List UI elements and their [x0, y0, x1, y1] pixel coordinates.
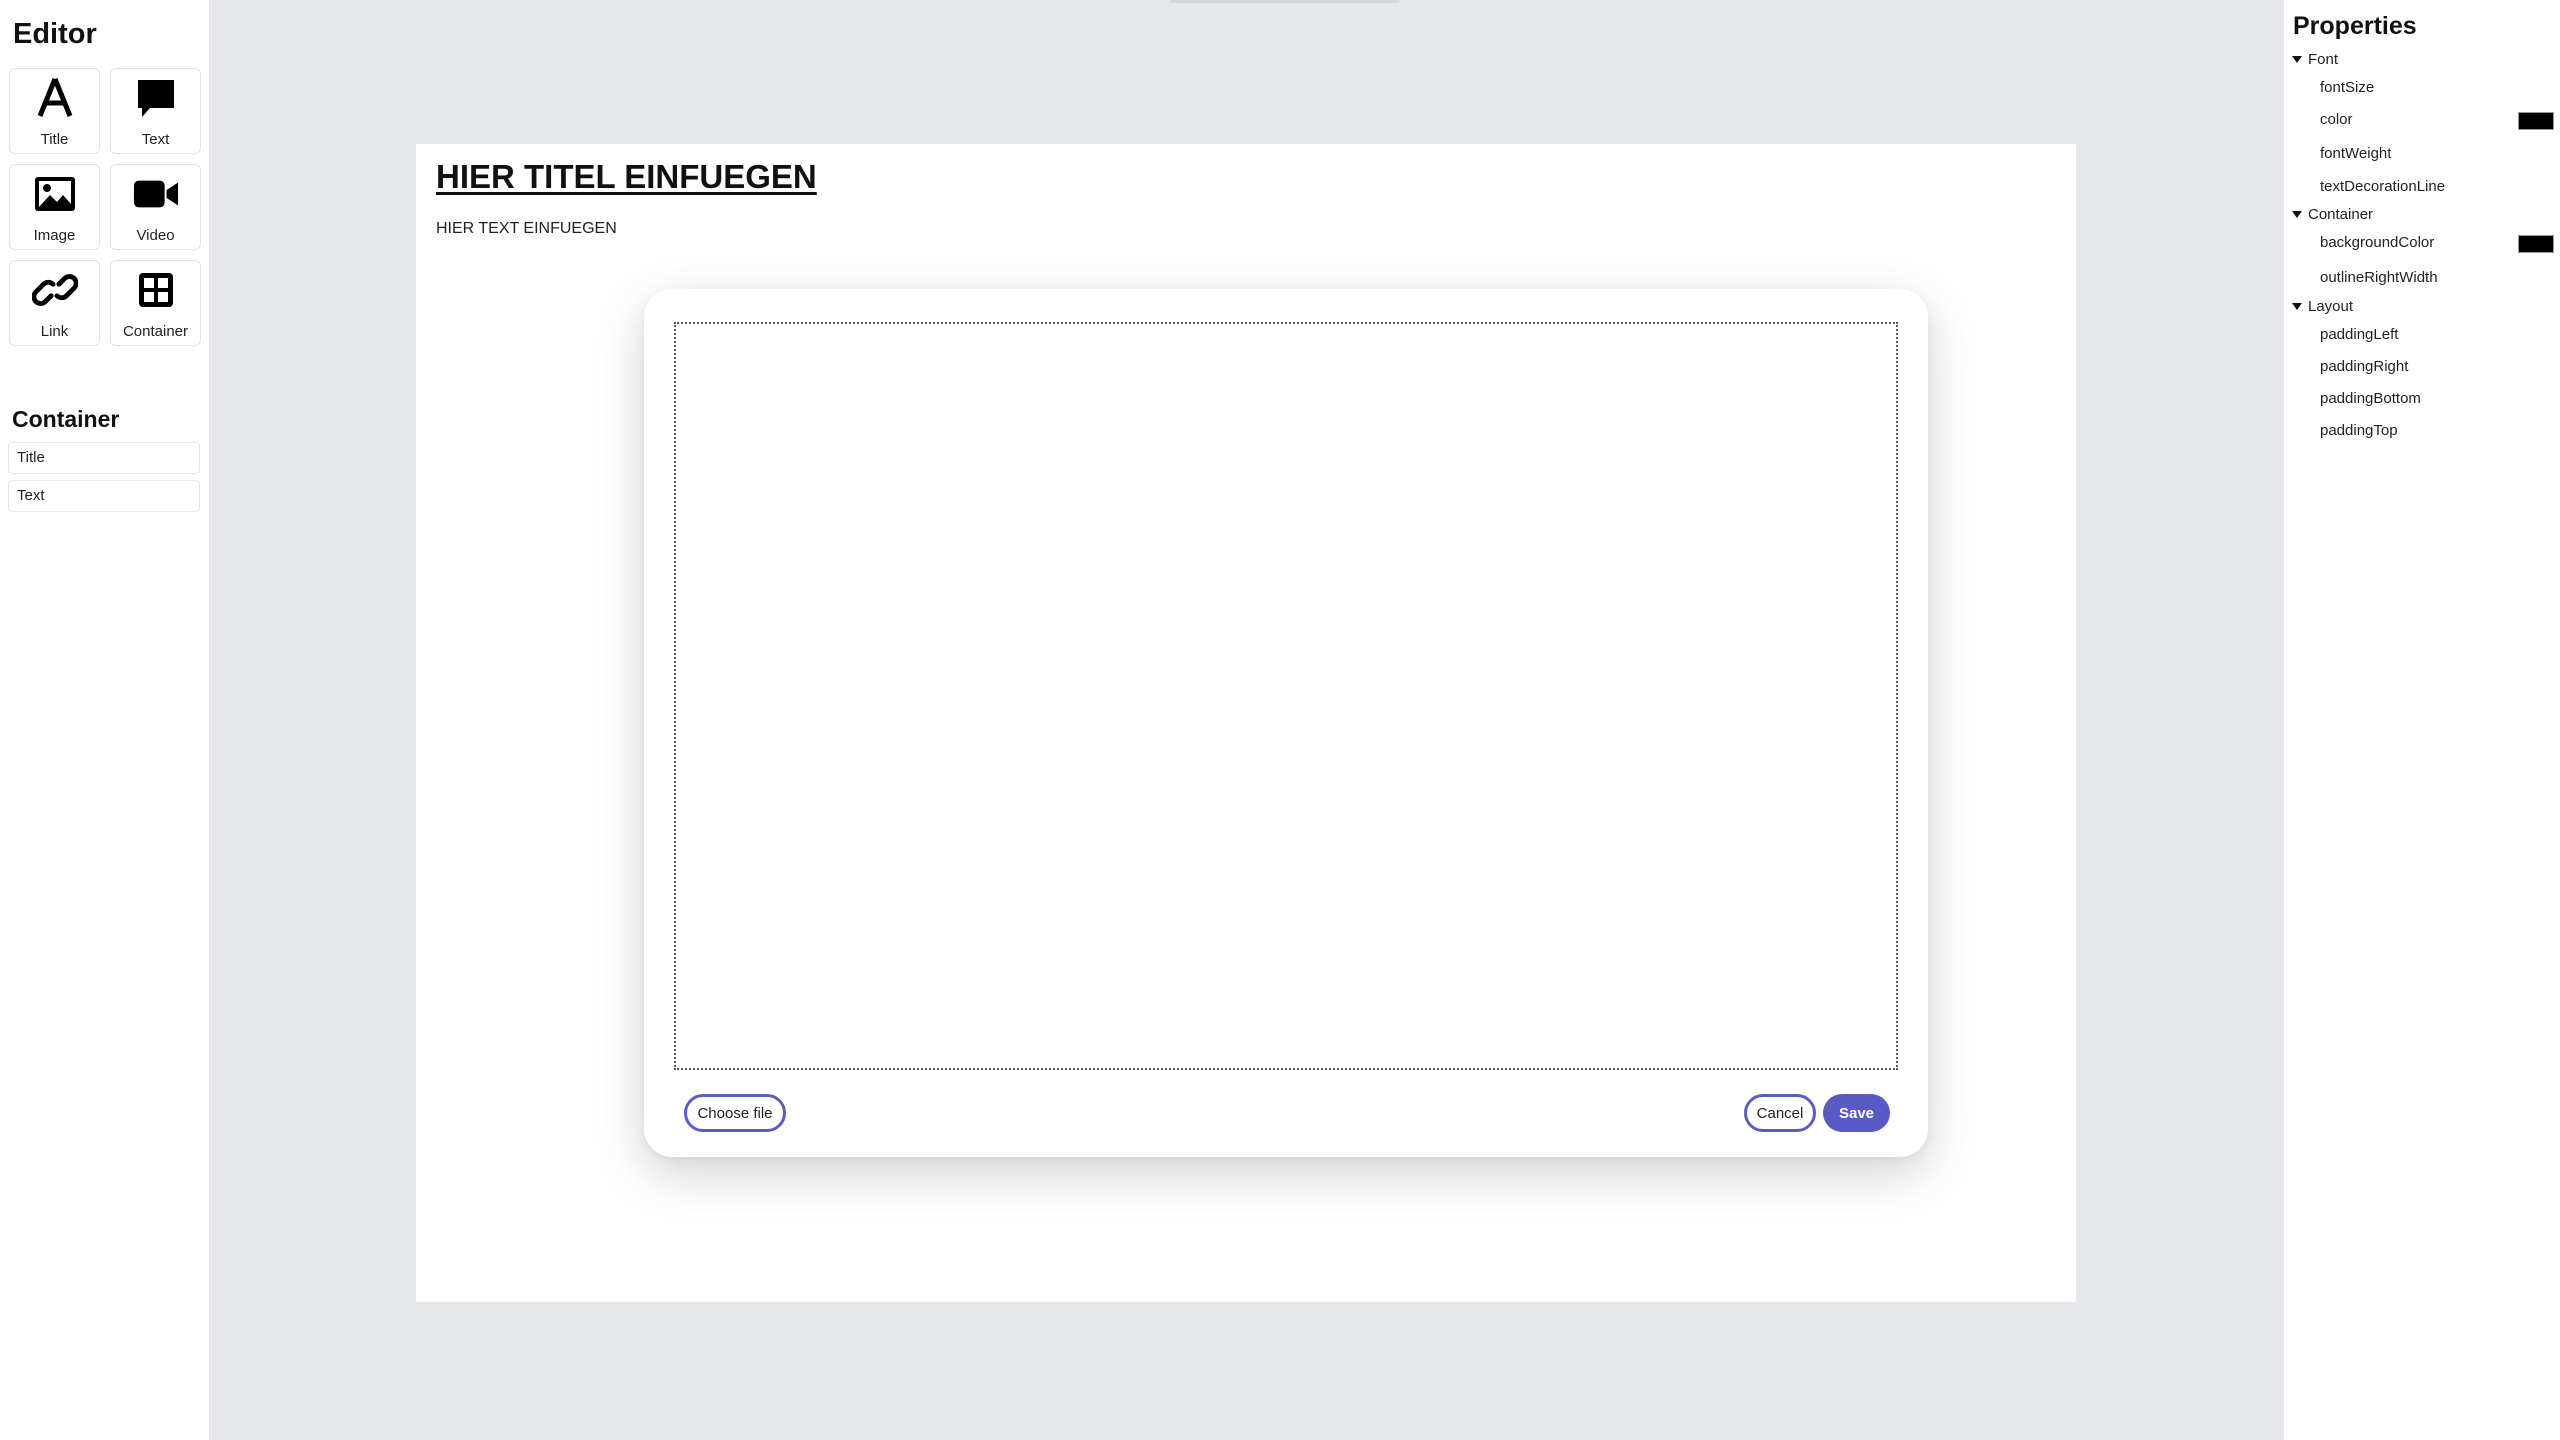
save-button[interactable]: Save	[1823, 1094, 1890, 1132]
tool-link-label: Link	[40, 323, 69, 340]
layers-title: Container	[12, 406, 120, 432]
properties-title: Properties	[2293, 12, 2417, 40]
cancel-button[interactable]: Cancel	[1744, 1094, 1816, 1132]
tool-link[interactable]: Link	[9, 260, 100, 346]
caret-down-icon	[2292, 303, 2302, 310]
image-upload-dialog: Choose file Cancel Save	[644, 289, 1928, 1157]
image-dropzone[interactable]	[674, 322, 1898, 1070]
group-layout-label: Layout	[2308, 298, 2354, 315]
prop-font-weight[interactable]: fontWeight	[2320, 145, 2391, 162]
tool-video[interactable]: Video	[110, 164, 201, 250]
layer-item-title[interactable]: Title	[8, 442, 200, 474]
prop-padding-top[interactable]: paddingTop	[2320, 422, 2398, 439]
prop-padding-right[interactable]: paddingRight	[2320, 358, 2408, 375]
image-icon	[32, 171, 78, 217]
tool-title-label: Title	[40, 131, 69, 148]
editor-panel: Editor Title Text Image Video Link Conta…	[0, 0, 209, 1440]
video-icon	[133, 171, 179, 217]
caret-down-icon	[2292, 56, 2302, 63]
prop-outline-right-width[interactable]: outlineRightWidth	[2320, 269, 2438, 286]
prop-padding-left[interactable]: paddingLeft	[2320, 326, 2398, 343]
page-title[interactable]: HIER TITEL EINFUEGEN	[436, 158, 817, 196]
comment-icon	[133, 75, 179, 121]
group-font-label: Font	[2308, 51, 2339, 68]
tool-grid: Title Text Image Video Link Container	[9, 68, 201, 346]
prop-font-size[interactable]: fontSize	[2320, 79, 2374, 96]
tool-title[interactable]: Title	[9, 68, 100, 154]
tool-text[interactable]: Text	[110, 68, 201, 154]
prop-text-decoration-line[interactable]: textDecorationLine	[2320, 178, 2445, 195]
color-swatch[interactable]	[2518, 112, 2554, 130]
group-container-toggle[interactable]: Container	[2292, 206, 2373, 223]
tool-image-label: Image	[33, 227, 76, 244]
scroll-indicator	[1170, 0, 1400, 3]
title-icon	[32, 75, 78, 121]
tool-video-label: Video	[136, 227, 175, 244]
layer-item-text[interactable]: Text	[8, 480, 200, 512]
prop-padding-bottom[interactable]: paddingBottom	[2320, 390, 2421, 407]
tool-container[interactable]: Container	[110, 260, 201, 346]
properties-panel: Properties Font fontSize color fontWeigh…	[2284, 0, 2560, 1440]
tool-container-label: Container	[122, 323, 189, 340]
group-layout-toggle[interactable]: Layout	[2292, 298, 2353, 315]
editor-title: Editor	[13, 18, 97, 50]
layer-list: Title Text	[8, 442, 200, 518]
tool-image[interactable]: Image	[9, 164, 100, 250]
grid-icon	[133, 267, 179, 313]
caret-down-icon	[2292, 211, 2302, 218]
choose-file-button[interactable]: Choose file	[684, 1094, 786, 1132]
prop-color[interactable]: color	[2320, 111, 2353, 128]
background-color-swatch[interactable]	[2518, 235, 2554, 253]
tool-text-label: Text	[141, 131, 170, 148]
link-icon	[31, 267, 78, 313]
page-text[interactable]: HIER TEXT EINFUEGEN	[436, 220, 617, 238]
group-container-label: Container	[2308, 206, 2374, 223]
prop-background-color[interactable]: backgroundColor	[2320, 234, 2434, 251]
app: Editor Title Text Image Video Link Conta…	[0, 0, 2560, 1440]
group-font-toggle[interactable]: Font	[2292, 51, 2338, 68]
